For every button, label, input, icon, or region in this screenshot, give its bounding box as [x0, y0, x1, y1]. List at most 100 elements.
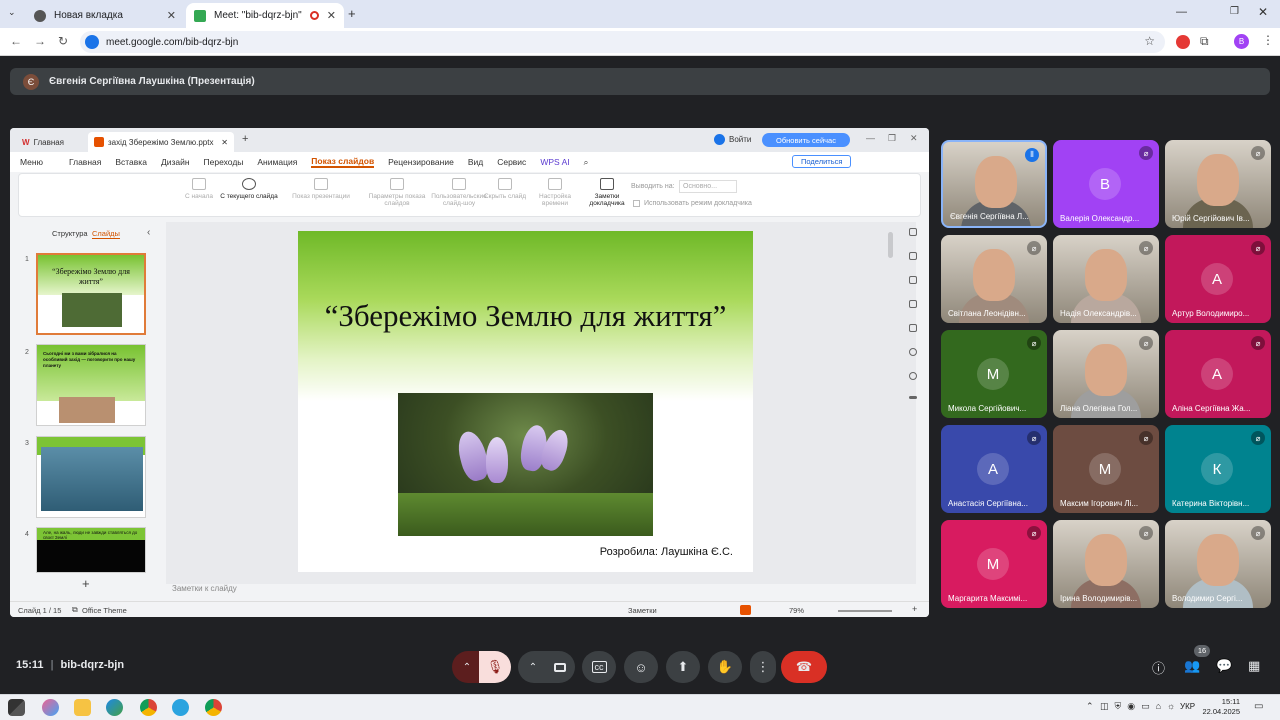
tray-chevron-icon[interactable]: ⌃ [1086, 701, 1094, 712]
participant-tile[interactable]: В ⌀ Валерія Олександр... [1053, 140, 1159, 228]
ribbon-presentation[interactable]: Показ презентации [291, 178, 351, 200]
wps-new-tab-icon[interactable]: + [242, 133, 248, 145]
meeting-details-icon[interactable]: ⓘ [1152, 658, 1165, 677]
close-window-icon[interactable]: ✕ [1258, 5, 1268, 19]
tab-new-tab[interactable]: Новая вкладка ✕ [26, 3, 184, 28]
url-field[interactable]: meet.google.com/bib-dqrz-bjn ☆ [80, 31, 1165, 53]
close-tab-icon[interactable]: ✕ [221, 138, 228, 147]
participant-tile[interactable]: К ⌀ Катерина Вікторівн... [1165, 425, 1271, 513]
menu-review[interactable]: Рецензирование [388, 157, 454, 167]
slide-thumb-1[interactable]: “Збережімо Землю для життя” [36, 253, 146, 335]
ribbon-custom-show[interactable]: Пользовательские слайд-шоу [429, 178, 489, 207]
menu-insert[interactable]: Вставка [115, 157, 147, 167]
taskbar-clock[interactable]: 15:11 22.04.2025 [1202, 697, 1240, 717]
chrome-taskbar-icon[interactable] [140, 699, 157, 716]
menu-main[interactable]: Меню [20, 157, 43, 167]
chrome-profile-icon[interactable] [205, 699, 222, 716]
wps-close-icon[interactable]: ✕ [910, 133, 918, 144]
pane-tab-slides[interactable]: Слайды [92, 229, 120, 239]
output-select[interactable]: Основно... [679, 180, 737, 193]
back-icon[interactable]: ← [10, 34, 22, 48]
profile-avatar[interactable]: B [1234, 34, 1249, 49]
wps-login-button[interactable]: Войти [714, 134, 751, 145]
menu-animation[interactable]: Анимация [257, 157, 297, 167]
file-explorer-icon[interactable] [74, 699, 91, 716]
add-slide-button[interactable]: + [82, 576, 90, 591]
wps-tab-document[interactable]: захід Збережімо Землю.pptx ✕ [88, 132, 234, 152]
participant-tile[interactable]: М ⌀ Максим Ігорович Лі... [1053, 425, 1159, 513]
activities-icon[interactable]: ▦ [1248, 658, 1260, 674]
zoom-in-icon[interactable]: + [912, 604, 917, 614]
tab-search-button[interactable]: ⌄ [8, 7, 22, 21]
tray-icons[interactable]: ◫⛨◉▭⌂☼ [1100, 701, 1181, 712]
participant-tile[interactable]: ⌀ Ліана Олегівна Гол... [1053, 330, 1159, 418]
site-info-icon[interactable] [85, 35, 99, 49]
search-icon[interactable]: ⌕ [584, 157, 589, 168]
help-icon[interactable] [909, 372, 917, 380]
participant-tile[interactable]: А ⌀ Анастасія Сергіївна... [941, 425, 1047, 513]
participant-tile[interactable]: ⌀ Надія Олександрів... [1053, 235, 1159, 323]
participant-tile[interactable]: ⌀ Світлана Леонідівн... [941, 235, 1047, 323]
tool-icon[interactable] [909, 252, 917, 260]
wps-minimize-icon[interactable]: — [866, 133, 875, 143]
slide-thumb-3[interactable] [36, 436, 146, 518]
notifications-icon[interactable]: ▭ [1254, 701, 1263, 712]
ribbon-show-params[interactable]: Параметры показа слайдов [367, 178, 427, 207]
slideshow-play-icon[interactable] [740, 605, 751, 615]
current-slide[interactable]: “Збережімо Землю для життя” Розробила: Л… [298, 231, 753, 572]
extensions-icon[interactable]: ⧉ [1200, 34, 1209, 49]
mic-muted-button[interactable]: 🎙 [479, 651, 511, 683]
people-icon[interactable]: 👥 [1184, 658, 1200, 674]
participant-tile[interactable]: ⌀ Юрій Сергійович Ів... [1165, 140, 1271, 228]
telegram-icon[interactable] [172, 699, 189, 716]
participant-tile[interactable]: А ⌀ Аліна Сергіївна Жа... [1165, 330, 1271, 418]
mic-options-button[interactable]: ⌃ [452, 651, 482, 683]
close-tab-icon[interactable]: ✕ [167, 9, 176, 22]
history-icon[interactable] [909, 348, 917, 356]
browser-menu-icon[interactable]: ⋮ [1262, 33, 1274, 47]
reload-icon[interactable]: ↻ [58, 34, 68, 48]
menu-slideshow[interactable]: Показ слайдов [311, 156, 375, 168]
forward-icon[interactable]: → [34, 34, 46, 48]
presenter-mode-checkbox[interactable]: Использовать режим докладчика [633, 200, 752, 207]
menu-home[interactable]: Главная [69, 157, 101, 167]
language-indicator[interactable]: УКР [1180, 702, 1195, 711]
windows-start-icon[interactable] [8, 699, 25, 716]
tool-icon[interactable] [909, 276, 917, 284]
adblock-icon[interactable] [1176, 35, 1190, 49]
collapse-pane-icon[interactable]: ‹ [147, 227, 150, 238]
minimize-window-icon[interactable]: — [1176, 6, 1187, 18]
notes-toggle[interactable]: Заметки [628, 606, 657, 615]
participant-tile[interactable]: ⌀ Володимир Сергі... [1165, 520, 1271, 608]
star-icon[interactable] [909, 300, 917, 308]
wps-restore-icon[interactable]: ❐ [888, 133, 896, 144]
close-tab-icon[interactable]: ✕ [327, 9, 336, 22]
present-button[interactable]: ⬆ [666, 651, 700, 683]
leave-call-button[interactable]: ☎ [781, 651, 827, 683]
chat-icon[interactable]: 💬 [1216, 658, 1232, 674]
participant-tile[interactable]: А ⌀ Артур Володимиро... [1165, 235, 1271, 323]
menu-transitions[interactable]: Переходы [204, 157, 244, 167]
menu-tools[interactable]: Сервис [497, 157, 526, 167]
ribbon-timing[interactable]: Настройка времени [531, 178, 579, 207]
menu-wps-ai[interactable]: WPS AI [540, 157, 569, 167]
zoom-level[interactable]: 79% [789, 606, 804, 615]
update-now-button[interactable]: Обновить сейчас [762, 133, 850, 147]
share-button[interactable]: Поделиться [792, 155, 852, 168]
restore-window-icon[interactable]: ❐ [1230, 6, 1239, 17]
ribbon-speaker-notes[interactable]: Заметки докладчика [581, 178, 633, 207]
slide-thumb-4[interactable]: Але, на жаль, люди не завжди ставляться … [36, 527, 146, 573]
copilot-icon[interactable] [42, 699, 59, 716]
new-tab-button[interactable]: + [348, 6, 356, 21]
camera-options-button[interactable]: ⌃ [518, 651, 548, 683]
participant-tile[interactable]: М ⌀ Микола Сергійович... [941, 330, 1047, 418]
zoom-slider[interactable] [838, 610, 892, 612]
tool-icon[interactable] [909, 228, 917, 236]
edge-icon[interactable] [106, 699, 123, 716]
menu-design[interactable]: Дизайн [161, 157, 190, 167]
ribbon-from-current[interactable]: С текущего слайда [219, 178, 279, 200]
more-icon[interactable] [909, 396, 917, 399]
bookmark-star-icon[interactable]: ☆ [1144, 34, 1155, 48]
vertical-scrollbar[interactable] [888, 232, 893, 258]
captions-button[interactable]: cc [582, 651, 616, 683]
